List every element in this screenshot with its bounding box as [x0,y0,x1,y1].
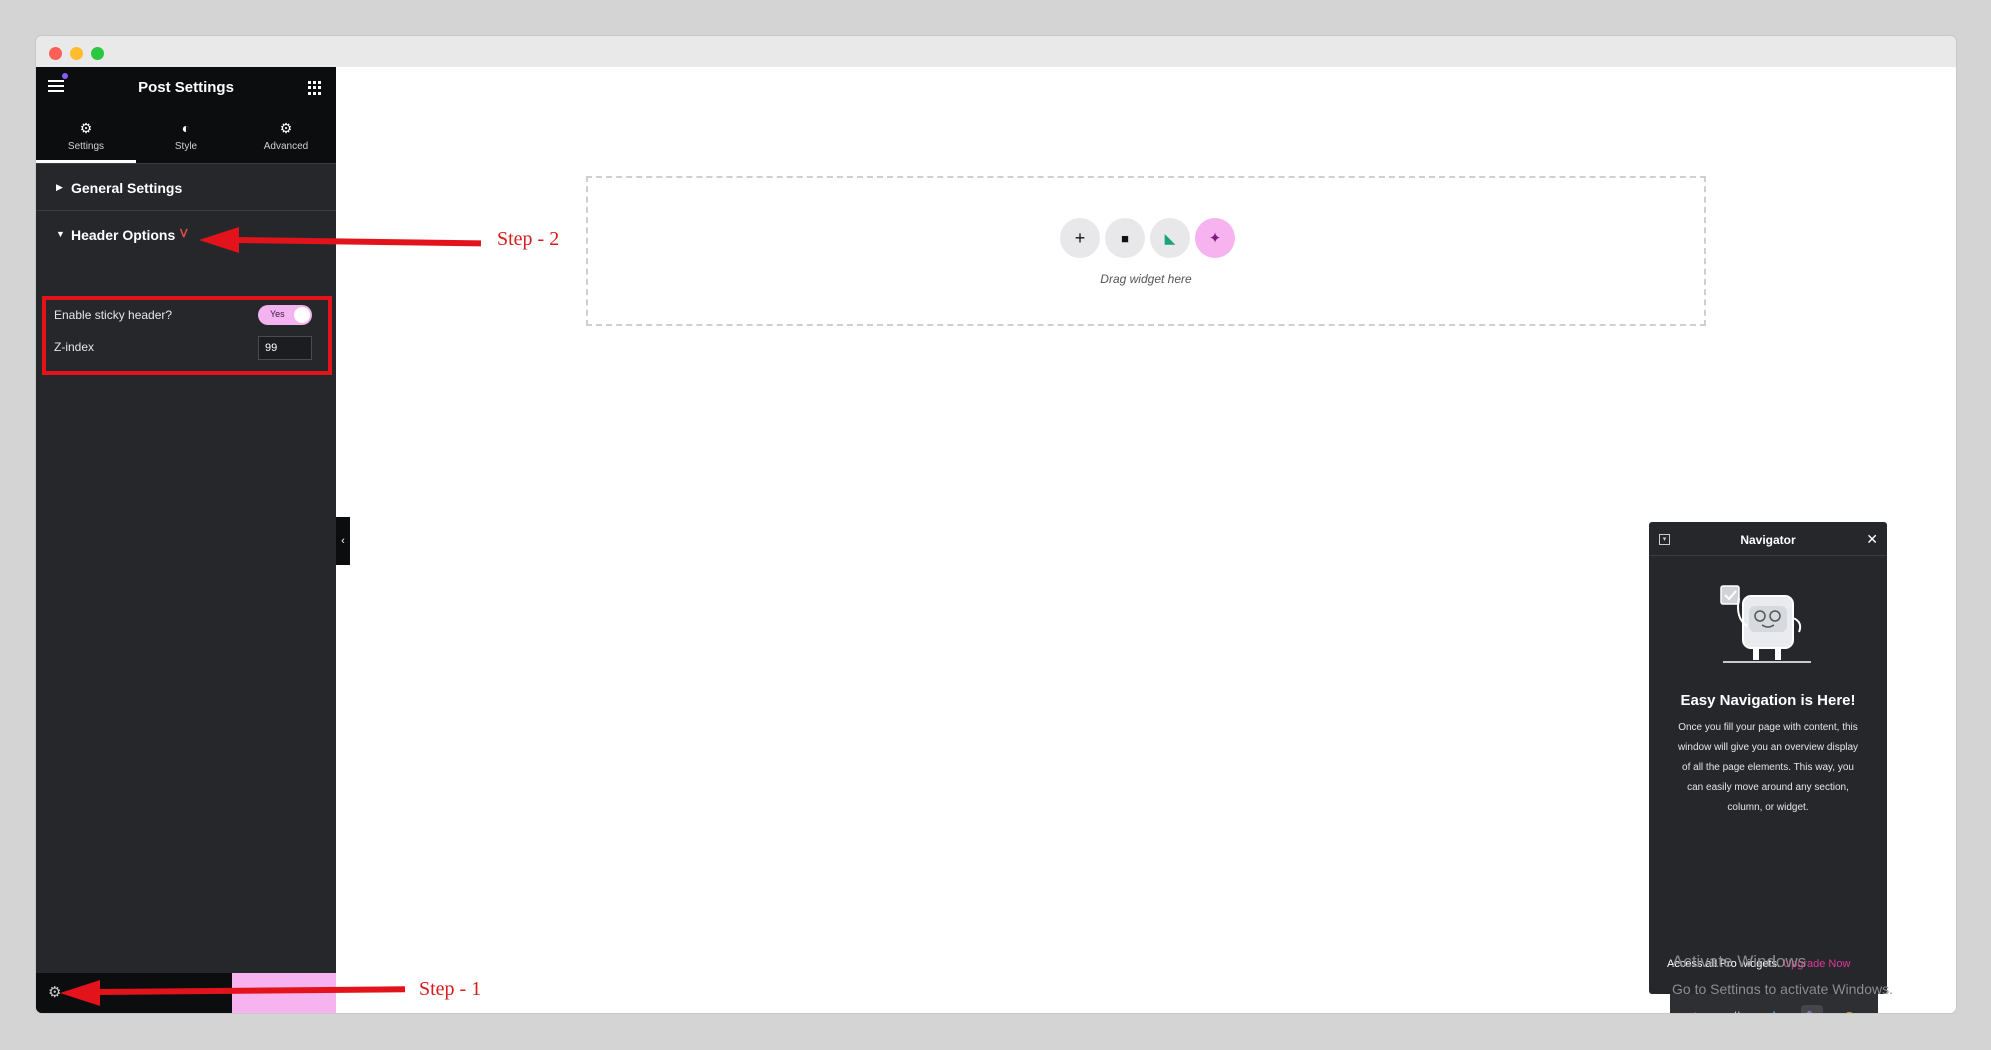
addon-button[interactable]: ◣ [1150,218,1190,258]
section-title: General Settings [71,180,183,196]
browser-window: Post Settings ⚙ Settings ◐ Style ⚙ Advan… [36,36,1956,1013]
navigation-illustration [1720,585,1811,663]
tab-label: Settings [67,141,105,152]
sidebar-title: Post Settings [138,79,234,96]
toggle-state-label: Yes [270,309,285,319]
drag-widget-hint: Drag widget here [1100,272,1192,286]
tab-advanced[interactable]: ⚙ Advanced [236,109,336,163]
widget-dropzone[interactable]: + ■ ◣ ✦ Drag widget here [586,176,1706,326]
ai-button[interactable]: ✦ [1195,218,1235,258]
tab-label: Style [174,141,198,152]
sticky-header-toggle[interactable]: Yes [258,305,312,325]
section-header-options[interactable]: ▼ Header Options ᐯ [36,211,336,258]
plugin-badge-icon: ᐯ [180,228,188,240]
activate-windows-watermark: Activate Windows [1672,952,1807,971]
navigator-title: Navigator [1740,533,1796,547]
caret-down-icon: ▼ [56,229,65,239]
close-window-button[interactable] [49,47,62,60]
contrast-icon: ◐ [181,120,191,136]
navigator-panel: ▾ Navigator ✕ Easy Navigation is Here! O… [1649,522,1887,994]
step-1-arrowhead [60,980,100,1006]
chrome-icon[interactable]: ◉ [1838,1005,1860,1014]
tab-settings[interactable]: ⚙ Settings [36,109,136,163]
zindex-input[interactable] [258,336,312,360]
shield-warning-icon[interactable]: ⚠ [1763,1005,1785,1014]
sidebar-header: Post Settings [36,67,336,109]
zindex-row: Z-index [46,332,328,364]
toggle-knob [294,307,310,323]
cursor-app-icon[interactable]: ➤ [1688,1005,1710,1014]
taskbar: ➤ # ⚠ ✎ ◉ [1670,994,1878,1013]
close-icon[interactable]: ✕ [1866,531,1878,548]
section-title: Header Options [71,227,176,243]
navigator-heading: Easy Navigation is Here! [1680,692,1856,709]
addon-logo-icon: ◣ [1164,229,1176,246]
sticky-header-label: Enable sticky header? [54,308,173,322]
slack-icon[interactable]: # [1725,1005,1747,1014]
advanced-gear-icon: ⚙ [279,120,293,136]
plus-icon: + [1074,227,1086,248]
header-options-controls: Enable sticky header? Yes Z-index [42,296,332,375]
sparkle-icon: ✦ [1208,230,1222,247]
step-1-callout: Step - 1 [419,978,482,1000]
collapse-sidebar-button[interactable]: ‹ [336,517,350,565]
widgets-grid-icon[interactable] [308,81,322,95]
dropzone-buttons: + ■ ◣ ✦ [1060,218,1235,258]
folder-icon: ■ [1121,230,1129,246]
feather-app-icon[interactable]: ✎ [1800,1004,1823,1013]
tab-label: Advanced [263,141,309,152]
navigator-header: ▾ Navigator ✕ [1649,522,1887,556]
add-template-button[interactable]: ■ [1105,218,1145,258]
zindex-label: Z-index [54,340,95,354]
step-2-callout: Step - 2 [497,228,560,250]
step-2-arrowhead [199,227,239,253]
gear-icon: ⚙ [79,120,93,136]
navigator-description: Once you fill your page with content, th… [1677,722,1859,813]
minimize-window-button[interactable] [70,47,83,60]
tab-style[interactable]: ◐ Style [136,109,236,163]
maximize-window-button[interactable] [91,47,104,60]
window-titlebar [36,36,1956,67]
add-section-button[interactable]: + [1060,218,1100,258]
panel-tabs: ⚙ Settings ◐ Style ⚙ Advanced [36,109,336,164]
caret-right-icon: ▶ [56,182,63,192]
editor-sidebar: Post Settings ⚙ Settings ◐ Style ⚙ Advan… [36,67,336,1013]
section-general-settings[interactable]: ▶ General Settings [36,164,336,211]
sticky-header-row: Enable sticky header? Yes [46,300,328,332]
